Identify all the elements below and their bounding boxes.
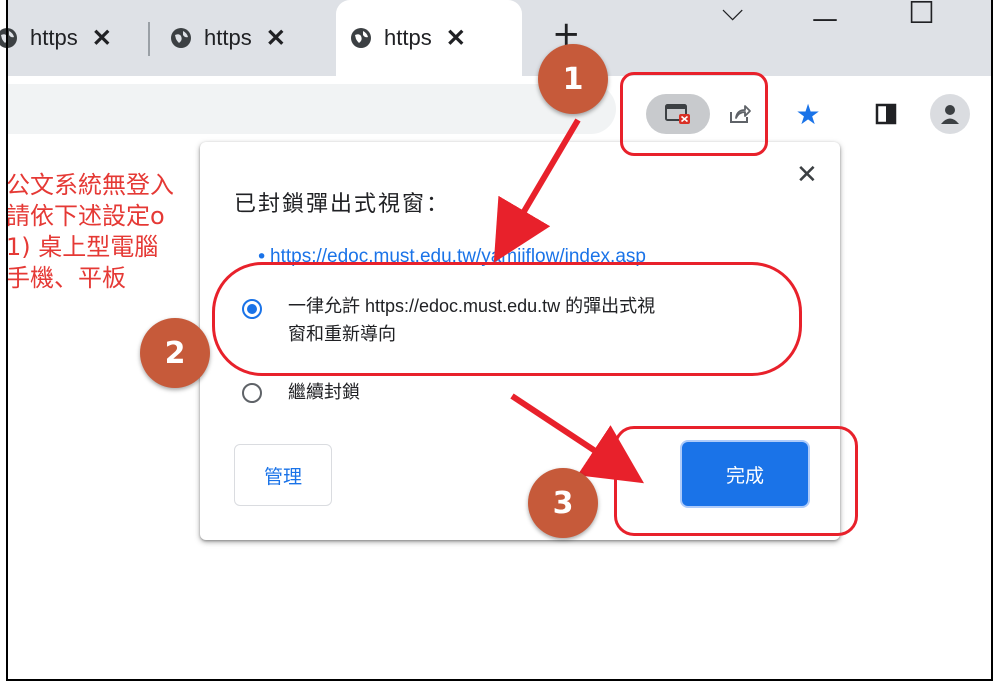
screenshot-border — [6, 0, 993, 681]
